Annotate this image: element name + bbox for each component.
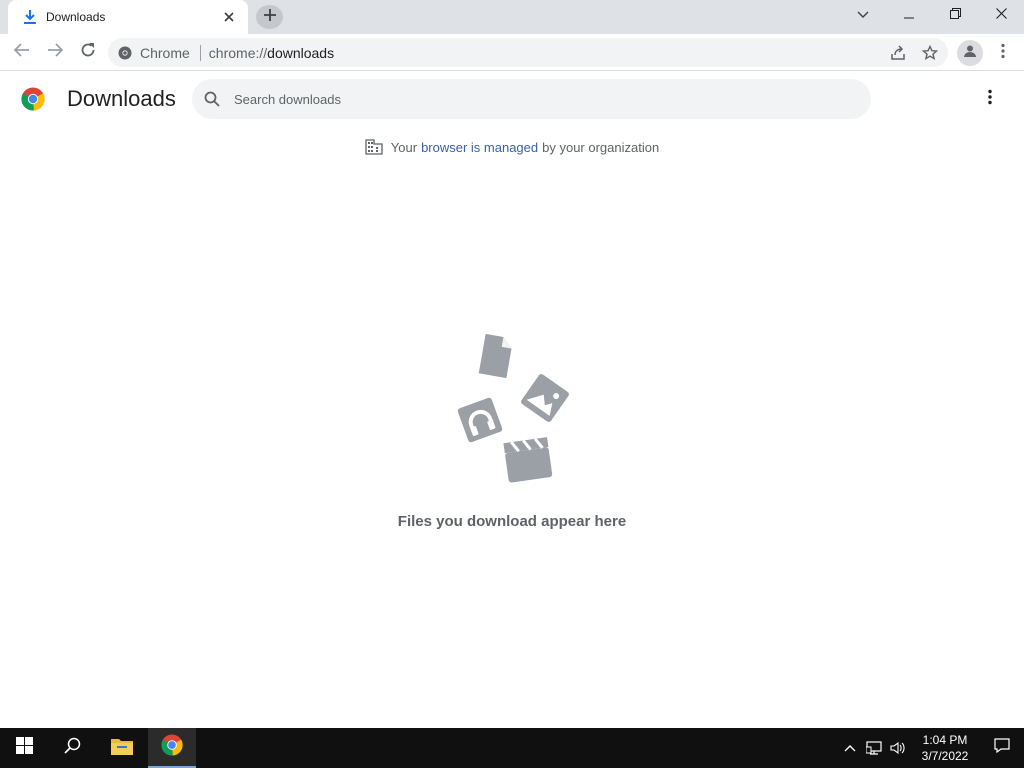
kebab-icon: [988, 89, 992, 110]
profile-button[interactable]: [957, 40, 983, 66]
reload-icon: [80, 42, 96, 63]
folder-icon: [111, 737, 133, 760]
search-icon: [63, 737, 81, 759]
minimize-icon: [904, 6, 914, 24]
arrow-right-icon: [47, 42, 64, 62]
downloads-menu-button[interactable]: [978, 86, 1002, 112]
minimize-button[interactable]: [886, 0, 932, 30]
url-host: downloads: [267, 44, 335, 61]
audio-file-icon: [457, 397, 503, 443]
search-icon: [204, 91, 220, 107]
close-icon[interactable]: [220, 8, 238, 26]
reload-button[interactable]: [74, 38, 102, 66]
restore-icon: [949, 6, 961, 24]
back-button[interactable]: [8, 38, 36, 66]
tab-strip: Downloads: [0, 0, 1024, 34]
chevron-down-icon: [857, 6, 869, 24]
star-icon[interactable]: [918, 41, 942, 65]
site-info-chip[interactable]: Chrome: [118, 44, 209, 61]
omnibox-actions: [886, 41, 942, 65]
managed-notice: Your browser is managed by your organiza…: [0, 139, 1024, 155]
system-tray: 1:04 PM 3/7/2022: [838, 728, 1024, 768]
browser-menu-button[interactable]: [991, 40, 1015, 66]
tab-search-button[interactable]: [848, 2, 878, 28]
empty-state-message: Files you download appear here: [397, 513, 627, 530]
managed-link[interactable]: browser is managed: [421, 140, 538, 155]
omnibox[interactable]: Chrome chrome://downloads: [108, 38, 948, 67]
clock-time: 1:04 PM: [922, 733, 968, 747]
share-icon[interactable]: [886, 41, 910, 65]
plus-icon: [263, 8, 276, 26]
clock-date: 3/7/2022: [921, 749, 969, 763]
page-title: Downloads: [67, 86, 176, 111]
document-icon: [478, 333, 512, 379]
search-bar[interactable]: [192, 79, 871, 119]
windows-icon: [15, 737, 33, 759]
chrome-icon: [118, 46, 132, 60]
url-text: chrome://downloads: [209, 45, 334, 61]
tab-title: Downloads: [46, 10, 106, 24]
forward-button[interactable]: [41, 38, 69, 66]
video-file-icon: [503, 437, 553, 483]
chevron-up-icon[interactable]: [838, 728, 862, 768]
tab-downloads[interactable]: Downloads: [8, 0, 248, 34]
restore-button[interactable]: [932, 0, 978, 30]
file-explorer-button[interactable]: [98, 728, 146, 768]
clock[interactable]: 1:04 PM 3/7/2022: [910, 732, 980, 764]
chrome-logo-icon: [21, 87, 45, 111]
managed-suffix: by your organization: [542, 139, 660, 155]
kebab-icon: [1001, 43, 1005, 64]
divider: [199, 44, 201, 61]
empty-state-illustration: [448, 333, 578, 484]
site-label: Chrome: [140, 44, 190, 61]
building-icon: [365, 139, 383, 155]
notification-icon: [994, 738, 1010, 758]
image-file-icon: [521, 374, 569, 422]
chrome-taskbar-button[interactable]: [148, 728, 196, 768]
download-icon: [22, 9, 38, 25]
window-controls: [886, 0, 1024, 30]
managed-prefix: Your: [390, 139, 418, 155]
url-scheme: chrome://: [208, 44, 268, 61]
person-icon: [963, 44, 977, 63]
arrow-left-icon: [13, 42, 30, 62]
notifications-button[interactable]: [980, 728, 1024, 768]
taskbar: 1:04 PM 3/7/2022: [0, 728, 1024, 768]
downloads-header: Downloads: [0, 72, 1024, 128]
new-tab-button[interactable]: [256, 5, 283, 29]
start-button[interactable]: [0, 728, 48, 768]
chrome-icon: [161, 733, 183, 761]
volume-icon[interactable]: [886, 728, 910, 768]
close-icon: [995, 6, 1007, 24]
taskbar-search-button[interactable]: [48, 728, 96, 768]
search-input[interactable]: [234, 91, 834, 107]
network-icon[interactable]: [862, 728, 886, 768]
close-window-button[interactable]: [978, 0, 1024, 30]
browser-toolbar: Chrome chrome://downloads: [0, 34, 1024, 71]
